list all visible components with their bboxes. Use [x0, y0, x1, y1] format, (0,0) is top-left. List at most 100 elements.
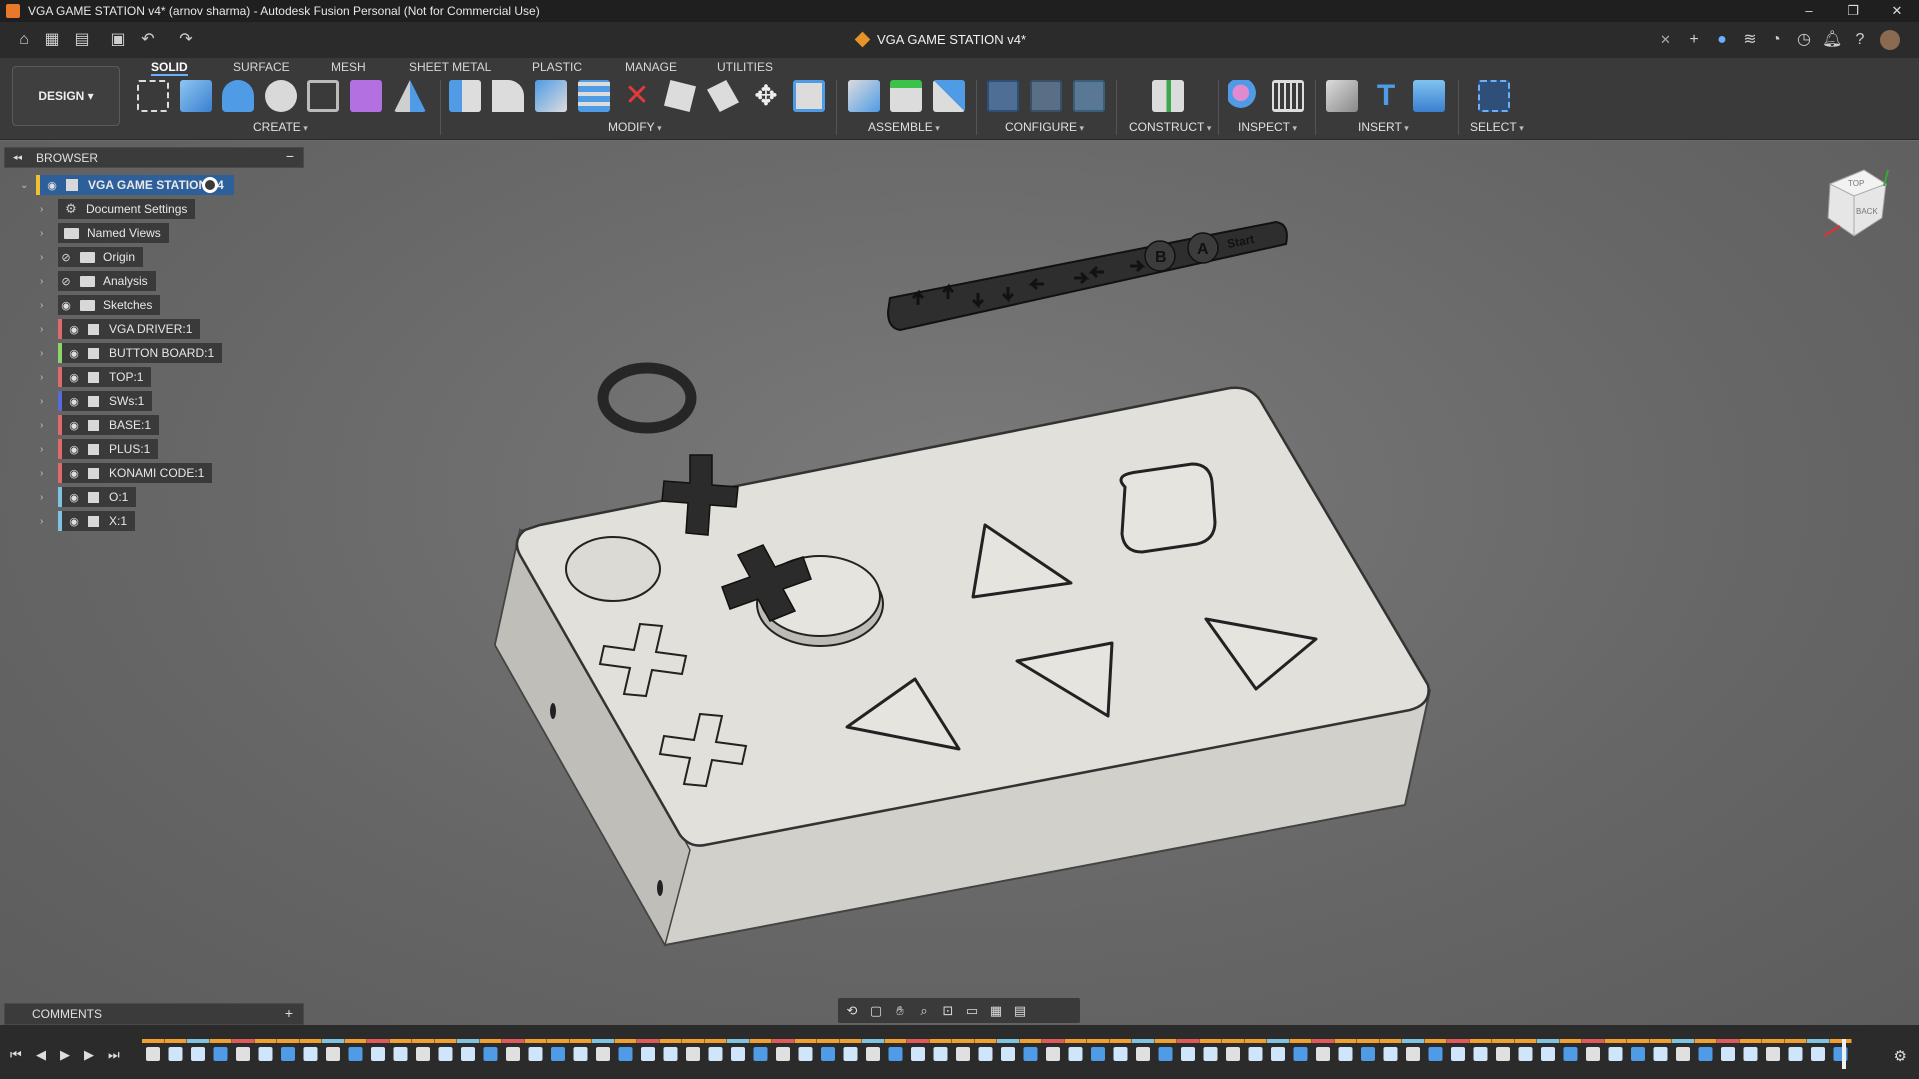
eye-visible-icon[interactable]: ◉ [66, 395, 82, 408]
timeline-feature-icon[interactable] [1248, 1047, 1263, 1061]
workspace-switcher-button[interactable]: DESIGN ▾ [12, 66, 120, 126]
tree-item-chip[interactable]: ◉ BUTTON BOARD:1 [58, 343, 223, 363]
tree-item-chip[interactable]: ◉ BASE:1 [58, 415, 160, 435]
first-step-icon[interactable]: ⏮ [10, 1047, 22, 1063]
timeline-feature-icon[interactable] [1721, 1047, 1735, 1061]
timeline-feature-icon[interactable] [1068, 1047, 1083, 1061]
shell-icon[interactable] [535, 80, 567, 112]
browser-header[interactable]: ◂◂ BROWSER − [4, 147, 304, 168]
extrude-icon[interactable] [180, 80, 212, 112]
tree-item[interactable]: › ◉ BASE:1 [4, 413, 304, 437]
expand-chevron-icon[interactable]: › [40, 444, 43, 455]
display-settings-icon[interactable]: ▭ [962, 1002, 982, 1020]
tree-item-chip[interactable]: ◉ VGA DRIVER:1 [58, 319, 201, 339]
configure-menu[interactable]: CONFIGURE [1005, 120, 1084, 134]
timeline-feature-icon[interactable] [843, 1047, 858, 1061]
tab-sheet-metal[interactable]: SHEET METAL [409, 58, 491, 76]
insert-canvas-icon[interactable] [1413, 80, 1445, 112]
configure-rule-icon[interactable] [1030, 80, 1062, 112]
insert-mcmaster-icon[interactable]: T [1370, 80, 1402, 112]
select-menu[interactable]: SELECT [1470, 120, 1524, 134]
interference-icon[interactable] [1228, 80, 1260, 112]
minimize-panel-icon[interactable]: − [286, 148, 294, 164]
extensions-icon[interactable]: ● [1712, 30, 1732, 50]
split-body-icon[interactable] [664, 80, 696, 112]
tree-item-chip[interactable]: ◉ X:1 [58, 511, 136, 531]
timeline-feature-icon[interactable] [326, 1047, 340, 1061]
look-at-icon[interactable]: ▢ [866, 1002, 886, 1020]
eye-visible-icon[interactable]: ◉ [58, 299, 74, 312]
tree-item[interactable]: › ⊘ Analysis [4, 269, 304, 293]
grid-icon[interactable]: ▦ [986, 1002, 1006, 1020]
help-icon[interactable]: ? [1850, 30, 1870, 50]
timeline-feature-icon[interactable] [641, 1047, 655, 1061]
job-status-icon[interactable]: ≋ [1740, 30, 1760, 50]
new-tab-plus-icon[interactable]: + [1684, 30, 1704, 50]
timeline-feature-icon[interactable] [371, 1047, 385, 1061]
viewcube-back-face[interactable]: BACK [1856, 207, 1878, 216]
timeline-feature-icon[interactable] [1473, 1047, 1488, 1061]
move-copy-icon[interactable]: ✥ [750, 80, 782, 112]
configure-table-icon[interactable] [987, 80, 1019, 112]
inspect-menu[interactable]: INSPECT [1238, 120, 1297, 134]
tree-item-chip[interactable]: ◉ TOP:1 [58, 367, 152, 387]
home-icon[interactable]: ⌂ [14, 30, 34, 50]
expand-chevron-icon[interactable]: › [40, 348, 43, 359]
timeline-feature-icon[interactable] [1451, 1047, 1465, 1061]
data-panel-grid-icon[interactable]: ▦ [42, 30, 62, 50]
timeline-feature-icon[interactable] [1316, 1047, 1330, 1061]
construct-menu[interactable]: CONSTRUCT [1129, 120, 1211, 134]
add-comment-icon[interactable]: + [285, 1005, 293, 1021]
timeline-feature-icon[interactable] [1766, 1047, 1780, 1061]
viewports-icon[interactable]: ▤ [1010, 1002, 1030, 1020]
create-form-icon[interactable] [350, 80, 382, 112]
timeline-feature-icon[interactable] [416, 1047, 430, 1061]
eye-visible-icon[interactable]: ◉ [66, 323, 82, 336]
split-face-icon[interactable] [707, 80, 739, 112]
save-icon[interactable]: ▣ [108, 30, 128, 50]
tab-surface[interactable]: SURFACE [233, 58, 290, 76]
document-tab[interactable]: VGA GAME STATION v4* [854, 31, 1026, 48]
eye-visible-icon[interactable]: ◉ [44, 179, 60, 192]
close-window-button[interactable]: ✕ [1875, 0, 1919, 22]
timeline-feature-icon[interactable] [1698, 1047, 1713, 1061]
tree-item-chip[interactable]: ⊘ Analysis [58, 271, 156, 291]
timeline-feature-icon[interactable] [1676, 1047, 1690, 1061]
play-icon[interactable]: ▶ [60, 1047, 70, 1063]
timeline-feature-icon[interactable] [236, 1047, 250, 1061]
eye-visible-icon[interactable]: ◉ [66, 347, 82, 360]
timeline-feature-icon[interactable] [1113, 1047, 1128, 1061]
timeline-feature-icon[interactable] [393, 1047, 408, 1061]
timeline-feature-icon[interactable] [1226, 1047, 1240, 1061]
timeline-feature-icon[interactable] [888, 1047, 903, 1061]
timeline-feature-icon[interactable] [866, 1047, 880, 1061]
timeline-feature-icon[interactable] [933, 1047, 948, 1061]
timeline-feature-icon[interactable] [1563, 1047, 1578, 1061]
tree-item-chip[interactable]: ⚙ Document Settings [58, 199, 196, 219]
expand-chevron-icon[interactable]: › [40, 516, 43, 527]
timeline-feature-icon[interactable] [1608, 1047, 1623, 1061]
measure-icon[interactable] [1272, 80, 1304, 112]
file-menu-icon[interactable]: ▤ [72, 30, 92, 50]
eye-visible-icon[interactable]: ◉ [66, 467, 82, 480]
timeline-feature-icon[interactable] [821, 1047, 835, 1061]
timeline-feature-icon[interactable] [461, 1047, 475, 1061]
user-avatar[interactable] [1880, 30, 1900, 50]
close-tab-icon[interactable]: ✕ [1660, 32, 1671, 48]
timeline-feature-icon[interactable] [1338, 1047, 1353, 1061]
eye-visible-icon[interactable]: ◉ [66, 443, 82, 456]
timeline-feature-icon[interactable] [438, 1047, 453, 1061]
tree-item-chip[interactable]: ◉ Sketches [58, 295, 161, 315]
tree-item[interactable]: › ◉ Sketches [4, 293, 304, 317]
expand-chevron-icon[interactable]: › [40, 276, 43, 287]
tab-plastic[interactable]: PLASTIC [532, 58, 582, 76]
create-menu[interactable]: CREATE [253, 120, 308, 134]
timeline-feature-icon[interactable] [911, 1047, 925, 1061]
last-step-icon[interactable]: ⏭ [108, 1047, 120, 1063]
timeline-feature-icon[interactable] [1023, 1047, 1038, 1061]
timeline-feature-icon[interactable] [146, 1047, 160, 1061]
tree-item[interactable]: › ◉ KONAMI CODE:1 [4, 461, 304, 485]
viewcube-top-face[interactable]: TOP [1848, 179, 1864, 188]
expand-chevron-icon[interactable]: › [40, 396, 43, 407]
timeline-feature-icon[interactable] [1631, 1047, 1645, 1061]
